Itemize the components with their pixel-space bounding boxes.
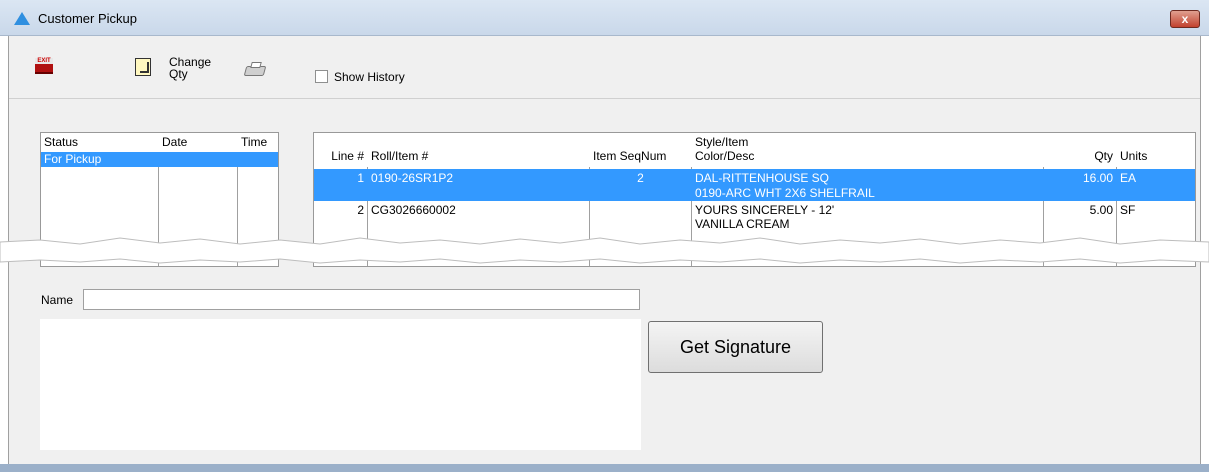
show-history-label: Show History [334,70,405,84]
column-header-line[interactable]: Line # [314,149,367,163]
table-row[interactable]: For Pickup [41,152,278,167]
change-qty-label: Change Qty [169,56,229,80]
customer-pickup-window: Customer Pickup x EXIT Change Qty Show H… [0,0,1209,472]
print-button[interactable] [243,62,267,78]
qty-cell: 5.00 [1089,203,1113,217]
torn-edge-graphic [0,237,1209,264]
toolbar: EXIT Change Qty Show History [9,36,1200,99]
change-qty-label-line2: Qty [169,67,188,81]
column-header-style[interactable]: Style/Item [692,135,1043,149]
name-label: Name [41,293,74,307]
change-qty-button[interactable]: Change Qty [135,56,235,90]
column-header-seqnum[interactable]: Item SeqNum [590,149,691,163]
column-header-color[interactable]: Color/Desc [692,149,1043,163]
table-row[interactable]: 1 0190-26SR1P2 2 DAL-RITTENHOUSE SQ 0190… [314,169,1195,201]
title-bar: Customer Pickup x [0,0,1209,36]
signature-pad[interactable] [40,319,641,450]
seqnum-cell: 2 [637,171,644,185]
line-cell: 2 [357,203,364,217]
column-header-date[interactable]: Date [159,135,237,149]
items-grid-header: Line # Roll/Item # Item SeqNum Style/Ite… [314,133,1195,167]
color-cell: 0190-ARC WHT 2X6 SHELFRAIL [695,186,875,200]
window-title: Customer Pickup [38,11,137,26]
exit-button[interactable]: EXIT [35,58,53,74]
status-cell: For Pickup [44,152,102,166]
units-cell: EA [1120,171,1137,185]
show-history-checkbox[interactable] [315,70,328,83]
close-button[interactable]: x [1170,10,1200,28]
column-header-units[interactable]: Units [1117,149,1195,163]
roll-cell: 0190-26SR1P2 [371,171,454,185]
line-cell: 1 [357,171,364,185]
table-row[interactable]: 2 CG3026660002 YOURS SINCERELY - 12' VAN… [314,203,1195,235]
style-cell: DAL-RITTENHOUSE SQ [695,171,830,185]
column-header-roll[interactable]: Roll/Item # [368,149,589,163]
printer-paper-icon [250,62,262,68]
roll-cell: CG3026660002 [371,203,456,217]
qty-cell: 16.00 [1082,171,1113,185]
units-cell: SF [1120,203,1136,217]
column-header-status[interactable]: Status [41,135,158,149]
window-bottom-border [0,464,1209,472]
style-cell: YOURS SINCERELY - 12' [695,203,835,217]
status-grid-header: Status Date Time [41,133,278,152]
app-icon [14,12,30,25]
color-cell: VANILLA CREAM [695,217,790,231]
change-qty-icon [135,58,151,76]
get-signature-button[interactable]: Get Signature [648,321,823,373]
exit-icon [35,64,53,74]
name-input[interactable] [83,289,640,310]
column-header-time[interactable]: Time [238,135,278,149]
column-header-qty[interactable]: Qty [1044,149,1116,163]
